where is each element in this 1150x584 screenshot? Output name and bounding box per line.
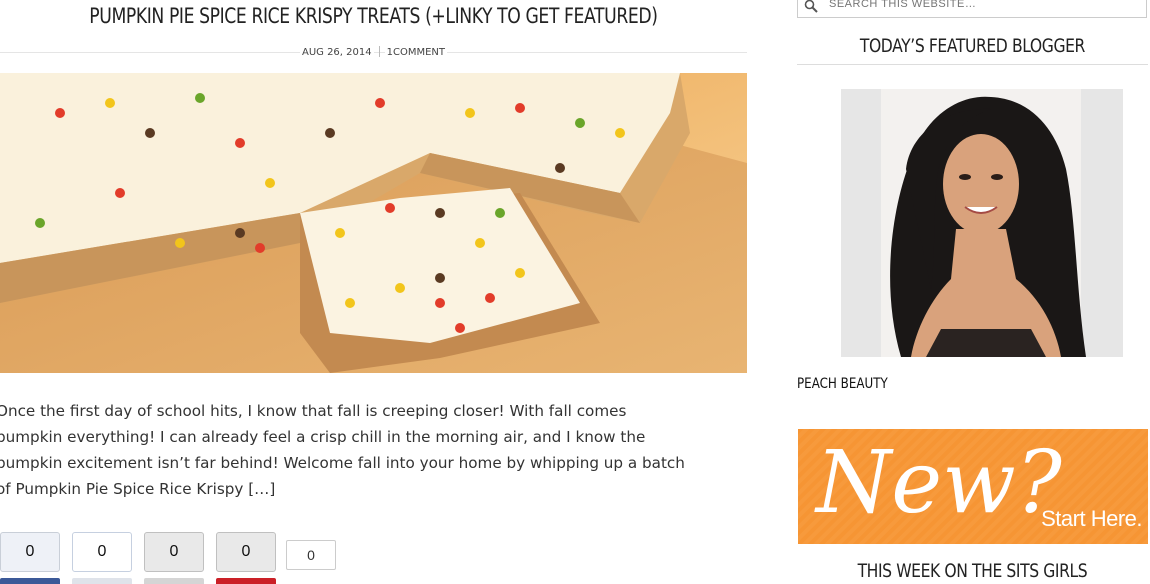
stumble-share-count: 0: [144, 532, 204, 572]
stumble-share[interactable]: 0: [144, 532, 204, 584]
post-date: AUG 26, 2014: [299, 46, 374, 58]
excerpt-line: pumpkin excitement isn’t far behind! Wel…: [0, 454, 685, 472]
widget-divider: [797, 64, 1148, 65]
excerpt-line: of Pumpkin Pie Spice Rice Krispy […]: [0, 480, 276, 498]
search-icon[interactable]: [804, 0, 818, 13]
google-share[interactable]: 0: [286, 532, 336, 570]
comments-link[interactable]: 1COMMENT: [384, 46, 447, 58]
meta-separator: [378, 46, 380, 57]
post-excerpt: Once the first day of school hits, I kno…: [0, 398, 746, 502]
post-meta: AUG 26, 2014 1COMMENT: [0, 46, 747, 58]
start-here-link[interactable]: Start Here.: [1041, 506, 1142, 532]
pinterest-share[interactable]: 0: [216, 532, 276, 584]
excerpt-line: pumpkin everything! I can already feel a…: [0, 428, 646, 446]
featured-blogger-photo[interactable]: [841, 89, 1123, 357]
twitter-share-button[interactable]: [72, 578, 132, 584]
twitter-share[interactable]: 0: [72, 532, 132, 584]
search-input[interactable]: [827, 0, 1131, 11]
pinterest-share-count: 0: [216, 532, 276, 572]
google-share-count: 0: [286, 540, 336, 570]
featured-blogger-name[interactable]: PEACH BEAUTY: [797, 376, 888, 392]
post-title[interactable]: PUMPKIN PIE SPICE RICE KRISPY TREATS (+L…: [67, 4, 680, 28]
pinterest-share-button[interactable]: [216, 578, 276, 584]
facebook-share-button[interactable]: [0, 578, 60, 584]
search-box[interactable]: [797, 0, 1147, 18]
featured-blogger-title: TODAY’S FEATURED BLOGGER: [859, 35, 1086, 57]
this-week-title: THIS WEEK ON THE SITS GIRLS: [857, 560, 1088, 582]
stumble-share-button[interactable]: [144, 578, 204, 584]
new-here-banner[interactable]: New? Start Here.: [798, 429, 1148, 544]
facebook-share[interactable]: 0: [0, 532, 60, 584]
twitter-share-count: 0: [72, 532, 132, 572]
banner-headline: New?: [816, 433, 1062, 533]
facebook-share-count: 0: [0, 532, 60, 572]
post-featured-image[interactable]: [0, 73, 747, 373]
excerpt-line: Once the first day of school hits, I kno…: [0, 402, 627, 420]
